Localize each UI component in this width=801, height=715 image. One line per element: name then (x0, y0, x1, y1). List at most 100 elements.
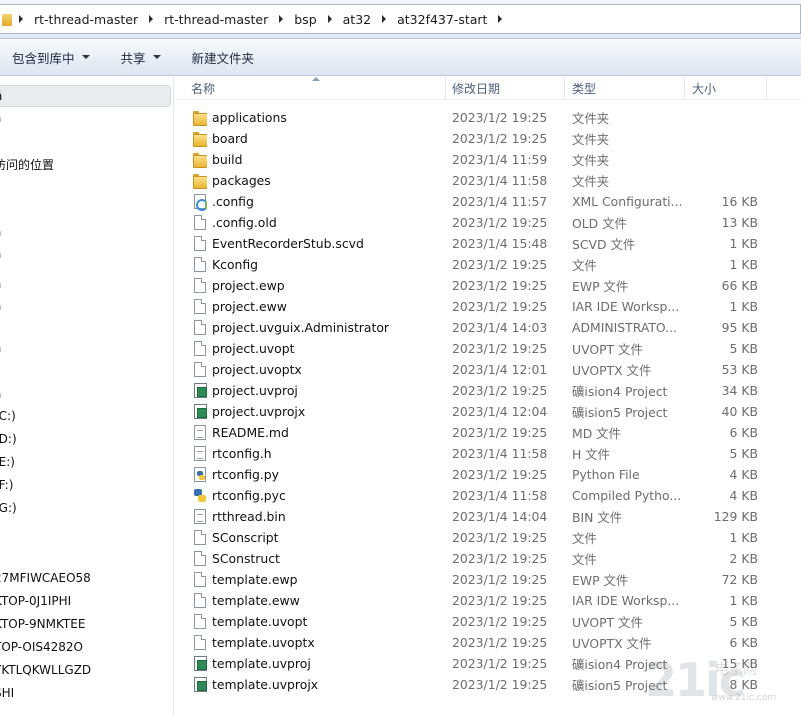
file-row[interactable]: packages 2023/1/4 11:58 文件夹 (175, 170, 801, 191)
nav-item-drive-e[interactable]: (E:) (0, 451, 15, 473)
chevron-right-icon[interactable] (375, 5, 393, 33)
nav-item-desktop[interactable]: ä (0, 107, 1, 129)
breadcrumb-item[interactable]: rt-thread-master (142, 5, 272, 33)
nav-item-drive-c[interactable]: (C:) (0, 405, 16, 427)
file-name[interactable]: EventRecorderStub.scvd (212, 233, 444, 254)
nav-item-library-3[interactable]: ä (0, 273, 1, 295)
file-name[interactable]: rtconfig.pyc (212, 485, 444, 506)
file-name[interactable]: README.md (212, 422, 444, 443)
chevron-right-icon[interactable] (321, 5, 339, 33)
file-row[interactable]: SConstruct 2023/1/2 19:25 文件 2 KB (175, 548, 801, 569)
file-name[interactable]: build (212, 149, 444, 170)
file-date: 2023/1/2 19:25 (452, 299, 548, 314)
nav-item-library-4[interactable]: ä (0, 295, 1, 317)
nav-item-drive-g[interactable]: (G:) (0, 497, 17, 519)
file-row[interactable]: applications 2023/1/2 19:25 文件夹 (175, 107, 801, 128)
file-name[interactable]: .config.old (212, 212, 444, 233)
file-name[interactable]: rtconfig.py (212, 464, 444, 485)
address-bar: rt-thread-master rt-thread-master bsp at… (0, 0, 801, 39)
breadcrumb-label[interactable]: rt-thread-master (30, 12, 142, 27)
file-name[interactable]: rtthread.bin (212, 506, 444, 527)
breadcrumb-label[interactable]: bsp (290, 12, 320, 27)
file-name[interactable]: .config (212, 191, 444, 212)
nav-item-network-4[interactable]: TOP-OIS4282O (0, 636, 83, 658)
breadcrumb-item[interactable]: at32 (321, 5, 375, 33)
chevron-right-icon[interactable] (491, 5, 509, 33)
breadcrumb[interactable]: rt-thread-master rt-thread-master bsp at… (0, 4, 801, 34)
file-row[interactable]: template.uvoptx 2023/1/2 19:25 UVOPTX 文件 6 … (175, 632, 801, 653)
file-name[interactable]: packages (212, 170, 444, 191)
file-row[interactable]: README.md 2023/1/2 19:25 MD 文件 6 KB (175, 422, 801, 443)
file-name[interactable]: project.uvguix.Administrator (212, 317, 444, 338)
file-name[interactable]: SConscript (212, 527, 444, 548)
file-name[interactable]: template.uvprojx (212, 674, 444, 695)
file-row[interactable]: SConscript 2023/1/2 19:25 文件 1 KB (175, 527, 801, 548)
nav-item-network-3[interactable]: KTOP-9NMKTEE (0, 613, 85, 635)
file-name[interactable]: Kconfig (212, 254, 444, 275)
file-row[interactable]: rtconfig.h 2023/1/4 11:58 H 文件 5 KB (175, 443, 801, 464)
file-row[interactable]: template.uvopt 2023/1/2 19:25 UVOPT 文件 5 KB (175, 611, 801, 632)
nav-item-network-5[interactable]: YKTLQKWLLGZD (0, 659, 91, 681)
file-row[interactable]: project.uvopt 2023/1/2 19:25 UVOPT 文件 5 KB (175, 338, 801, 359)
file-row[interactable]: project.uvguix.Administrator 2023/1/4 14:… (175, 317, 801, 338)
breadcrumb-label[interactable]: at32 (339, 12, 375, 27)
breadcrumb-item[interactable]: bsp (272, 5, 320, 33)
file-row[interactable]: project.uvproj 2023/1/2 19:25 礦ision4 Proj… (175, 380, 801, 401)
file-row[interactable]: rtconfig.py 2023/1/2 19:25 Python File 4 KB (175, 464, 801, 485)
file-row[interactable]: project.uvoptx 2023/1/4 12:01 UVOPTX 文件 53 … (175, 359, 801, 380)
breadcrumb-label[interactable]: rt-thread-master (160, 12, 272, 27)
column-header-name[interactable]: 名称 (184, 77, 446, 100)
file-name[interactable]: board (212, 128, 444, 149)
chevron-right-icon[interactable] (12, 5, 30, 33)
file-name[interactable]: project.uvprojx (212, 401, 444, 422)
file-name[interactable]: rtconfig.h (212, 443, 444, 464)
breadcrumb-item[interactable]: rt-thread-master (12, 5, 142, 33)
file-row[interactable]: board 2023/1/2 19:25 文件夹 (175, 128, 801, 149)
file-name[interactable]: template.uvoptx (212, 632, 444, 653)
file-row[interactable]: project.ewp 2023/1/2 19:25 EWP 文件 66 KB (175, 275, 801, 296)
nav-item-drive-d[interactable]: (D:) (0, 428, 17, 450)
file-row[interactable]: rtconfig.pyc 2023/1/4 11:58 Compiled Pytho… (175, 485, 801, 506)
file-name[interactable]: template.eww (212, 590, 444, 611)
file-name[interactable]: project.ewp (212, 275, 444, 296)
column-header-date[interactable]: 修改日期 (445, 77, 565, 100)
file-name[interactable]: template.uvopt (212, 611, 444, 632)
nav-item-homegroup[interactable]: ä (0, 337, 1, 359)
nav-item-favorites[interactable]: ä (0, 85, 171, 107)
file-name[interactable]: project.uvopt (212, 338, 444, 359)
file-row[interactable]: EventRecorderStub.scvd 2023/1/4 15:48 SCVD… (175, 233, 801, 254)
nav-item-library-1[interactable]: ä (0, 221, 1, 243)
file-row[interactable]: build 2023/1/4 11:59 文件夹 (175, 149, 801, 170)
file-row[interactable]: template.eww 2023/1/2 19:25 IAR IDE Worksp… (175, 590, 801, 611)
nav-item-network-2[interactable]: KTOP-0J1IPHI (0, 590, 71, 612)
file-row[interactable]: .config 2023/1/4 11:57 XML Configurati... 1… (175, 191, 801, 212)
file-row[interactable]: project.eww 2023/1/2 19:25 IAR IDE Worksp.… (175, 296, 801, 317)
new-folder-button[interactable]: 新建文件夹 (192, 39, 266, 75)
share-button[interactable]: 共享 (121, 39, 172, 75)
file-row[interactable]: project.uvprojx 2023/1/4 12:04 礦ision5 Pro… (175, 401, 801, 422)
nav-item-drive-f[interactable]: (F:) (0, 474, 13, 496)
file-row[interactable]: Kconfig 2023/1/2 19:25 文件 1 KB (175, 254, 801, 275)
include-in-library-button[interactable]: 包含到库中 (12, 39, 101, 75)
file-row[interactable]: .config.old 2023/1/2 19:25 OLD 文件 13 KB (175, 212, 801, 233)
file-name[interactable]: project.eww (212, 296, 444, 317)
nav-item-network-1[interactable]: 27MFIWCAEO58 (0, 567, 91, 589)
file-row[interactable]: rtthread.bin 2023/1/4 14:04 BIN 文件 129 KB (175, 506, 801, 527)
breadcrumb-label[interactable]: at32f437-start (393, 12, 491, 27)
nav-item-library-2[interactable]: ä (0, 243, 1, 265)
nav-item-network-6[interactable]: SHI (0, 682, 14, 704)
column-header-type[interactable]: 类型 (565, 77, 685, 100)
nav-item-recent-places[interactable]: 访问的位置 (0, 153, 54, 175)
column-header-size[interactable]: 大小 (685, 77, 767, 100)
file-name[interactable]: template.uvproj (212, 653, 444, 674)
file-name[interactable]: project.uvoptx (212, 359, 444, 380)
file-row[interactable]: template.ewp 2023/1/2 19:25 EWP 文件 72 KB (175, 569, 801, 590)
breadcrumb-item[interactable]: at32f437-start (375, 5, 509, 33)
file-name[interactable]: project.uvproj (212, 380, 444, 401)
chevron-right-icon[interactable] (142, 5, 160, 33)
file-name[interactable]: template.ewp (212, 569, 444, 590)
file-name[interactable]: SConstruct (212, 548, 444, 569)
chevron-right-icon[interactable] (272, 5, 290, 33)
file-name[interactable]: applications (212, 107, 444, 128)
nav-item-computer[interactable]: ä (0, 383, 1, 405)
